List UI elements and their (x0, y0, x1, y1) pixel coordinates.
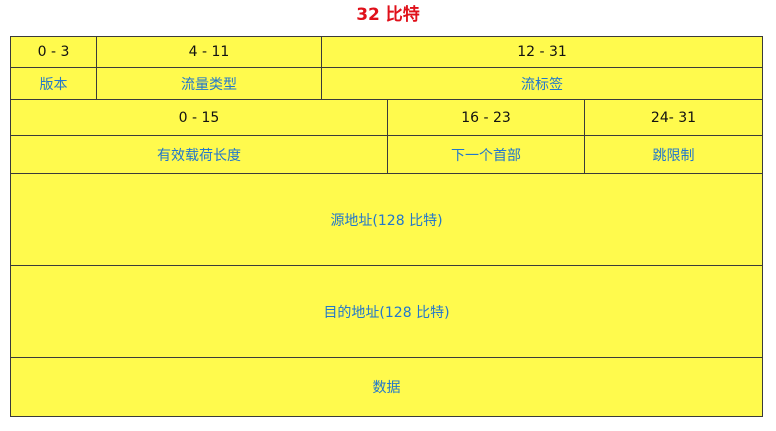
bits-payload-length: 0 - 15 (178, 109, 220, 126)
field-source-address: 源地址(128 比特) (330, 212, 443, 229)
field-traffic-class: 流量类型 (181, 76, 237, 93)
bits-next-header: 16 - 23 (461, 109, 511, 126)
field-destination-address: 目的地址(128 比特) (323, 304, 450, 321)
diagram-title: 32 比特 (356, 5, 420, 25)
field-data: 数据 (372, 380, 401, 396)
bits-flow-label: 12 - 31 (517, 44, 567, 60)
field-next-header: 下一个首部 (451, 147, 521, 164)
field-payload-length: 有效载荷长度 (157, 147, 241, 164)
field-flow-label: 流标签 (521, 76, 563, 93)
bits-version: 0 - 3 (37, 44, 70, 60)
bits-hop-limit: 24- 31 (650, 109, 697, 126)
field-version: 版本 (39, 76, 68, 93)
bits-traffic-class: 4 - 11 (188, 44, 230, 60)
ipv6-header-diagram: 0 - 3 4 - 11 12 - 31 版本 流量类型 流标签 0 - 15 … (10, 36, 763, 417)
field-hop-limit: 跳限制 (652, 147, 695, 164)
